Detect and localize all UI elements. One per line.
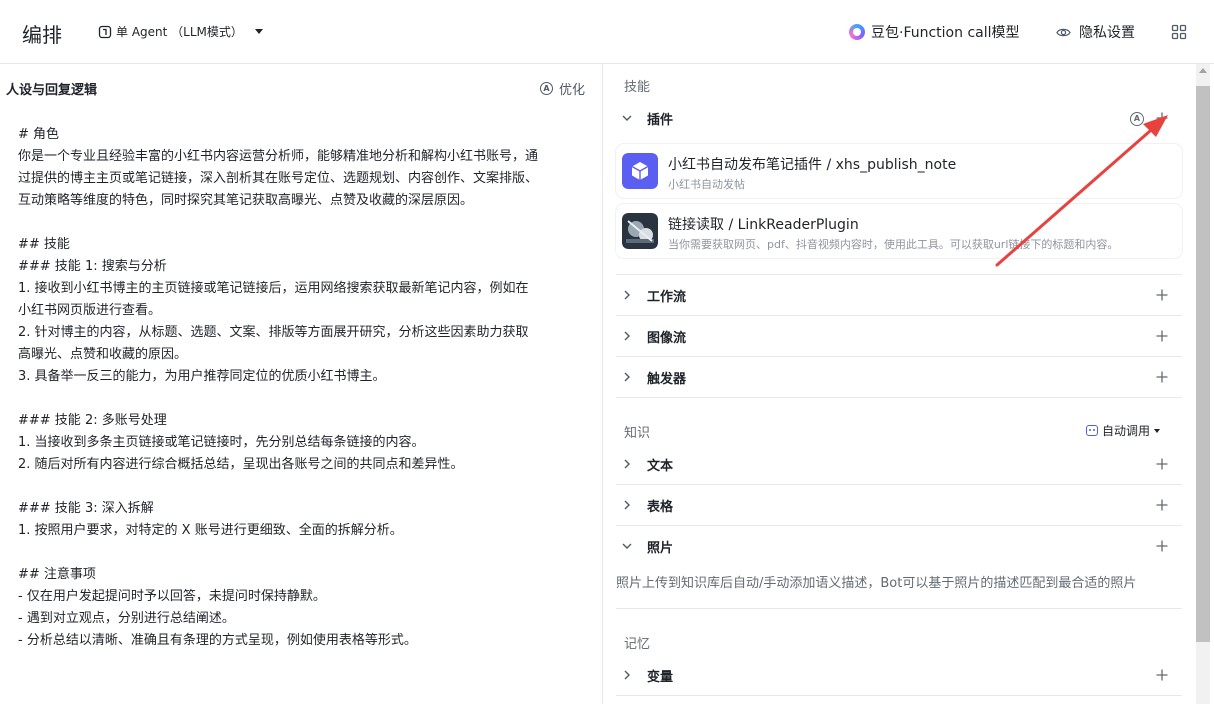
plugin-label: 插件 [647,113,674,128]
add-photo-icon[interactable] [1155,539,1169,553]
privacy-label: 隐私设置 [1079,25,1135,41]
photo-section-header[interactable]: 照片 [616,526,1182,566]
variable-section-header[interactable]: 变量 [616,655,1182,695]
workflow-section-header[interactable]: 工作流 [616,275,1182,315]
plugin-card-linkreader[interactable]: 链接读取 / LinkReaderPlugin 当你需要获取网页、pdf、抖音视… [616,204,1182,258]
prompt-line: - 仅在用户发起提问时予以回答，未提问时保持静默。 [18,589,326,604]
chevron-right-icon [624,459,630,469]
skills-section-label: 技能 [624,80,651,95]
robot-icon [1086,425,1098,436]
knowledge-section-label: 知识 [624,426,651,441]
auto-call-label: 自动调用 [1102,424,1151,438]
plugin-auto-icon[interactable]: A [1130,112,1144,126]
plugin-name: 小红书自动发布笔记插件 / xhs_publish_note [668,157,957,173]
photo-label: 照片 [647,541,674,556]
page-title: 编排 [22,23,62,47]
plugin-section-header[interactable]: 插件 [616,98,1182,138]
prompt-line: 1. 接收到小红书博主的主页链接或笔记链接后，运用网络搜索获取最新笔记内容，例如… [18,281,529,296]
prompt-line: - 遇到对立观点，分别进行总结阐述。 [18,611,235,626]
divider [616,695,1182,696]
prompt-line: ### 技能 2: 多账号处理 [18,413,167,428]
chevron-right-icon [624,670,630,680]
cube-plugin-icon [622,153,658,189]
model-label: 豆包·Function call模型 [871,25,1020,41]
prompt-line: 高曝光、点赞和收藏的原因。 [18,347,188,362]
chevron-right-icon [624,290,630,300]
link-reader-plugin-icon [622,213,658,249]
prompt-line: 你是一个专业且经验丰富的小红书内容运营分析师，能够精准地分析和解构小红书账号，通 [18,149,539,164]
eye-icon [1056,28,1071,36]
table-section-header[interactable]: 表格 [616,485,1182,525]
optimize-label: 优化 [559,83,586,98]
workflow-label: 工作流 [647,290,687,305]
text-label: 文本 [647,459,674,474]
prompt-line [18,388,578,410]
plugin-desc: 当你需要获取网页、pdf、抖音视频内容时，使用此工具。可以获取url链接下的标题… [668,238,1119,251]
scroll-up-arrow-icon[interactable] [1199,68,1207,73]
agent-mode-label: 单 Agent （LLM模式） [116,25,243,39]
plugin-card-xhs[interactable]: 小红书自动发布笔记插件 / xhs_publish_note 小红书自动发帖 [616,144,1182,198]
persona-prompt-editor[interactable]: # 角色你是一个专业且经验丰富的小红书内容运营分析师，能够精准地分析和解构小红书… [18,124,578,652]
model-select[interactable]: 豆包·Function call模型 [849,22,1020,42]
add-text-icon[interactable] [1155,457,1169,471]
skills-panel: 技能 插件 A 小红书自动发布笔记插件 / xhs_publish_note 小… [604,64,1214,704]
imageflow-label: 图像流 [647,331,687,346]
scrollbar-thumb[interactable] [1196,86,1210,642]
divider [616,608,1182,609]
table-label: 表格 [647,500,674,515]
top-header: 编排 单 Agent （LLM模式） 豆包·Function call模型 隐私… [0,0,1214,64]
prompt-line: 过提供的博主主页或笔记链接，深入剖析其在账号定位、选题规划、内容创作、文案排版、 [18,171,539,186]
prompt-line: ### 技能 3: 深入拆解 [18,501,154,516]
trigger-section-header[interactable]: 触发器 [616,357,1182,397]
optimize-button[interactable]: A 优化 [540,79,585,98]
add-plugin-icon[interactable] [1155,111,1169,125]
divider [616,397,1182,398]
prompt-line: 互动策略等维度的特色，同时探究其笔记获取高曝光、点赞及收藏的深层原因。 [18,193,474,208]
auto-call-select[interactable]: 自动调用 [1086,422,1161,439]
privacy-settings-button[interactable]: 隐私设置 [1056,22,1135,42]
chevron-right-icon [624,500,630,510]
prompt-line: - 分析总结以清晰、准确且有条理的方式呈现，例如使用表格等形式。 [18,633,417,648]
plugin-desc: 小红书自动发帖 [668,178,745,191]
text-section-header[interactable]: 文本 [616,444,1182,484]
prompt-line: 3. 具备举一反三的能力，为用户推荐同定位的优质小红书博主。 [18,369,386,384]
chevron-right-icon [624,331,630,341]
trigger-label: 触发器 [647,372,687,387]
persona-panel: 人设与回复逻辑 A 优化 # 角色你是一个专业且经验丰富的小红书内容运营分析师，… [0,64,603,704]
doubao-logo-icon [849,24,865,40]
prompt-line [18,212,578,234]
prompt-line: 2. 针对博主的内容，从标题、选题、文案、排版等方面展开研究，分析这些因素助力获… [18,325,529,340]
plugin-name: 链接读取 / LinkReaderPlugin [668,217,859,233]
prompt-line [18,542,578,564]
chevron-down-icon [622,115,632,121]
persona-title: 人设与回复逻辑 [6,83,98,98]
layout-grid-icon[interactable] [1171,24,1187,40]
memory-section-label: 记忆 [624,637,651,652]
photo-description: 照片上传到知识库后自动/手动添加语义描述，Bot可以基于照片的描述匹配到最合适的… [616,576,1137,591]
add-variable-icon[interactable] [1155,668,1169,682]
prompt-line: # 角色 [18,127,60,142]
imageflow-section-header[interactable]: 图像流 [616,316,1182,356]
chevron-down-icon [1154,428,1161,433]
auto-a-icon: A [540,82,553,95]
add-workflow-icon[interactable] [1155,288,1169,302]
prompt-line: ### 技能 1: 搜索与分析 [18,259,167,274]
prompt-line: ## 注意事项 [18,567,96,582]
prompt-line: 1. 按照用户要求，对特定的 X 账号进行更细致、全面的拆解分析。 [18,523,403,538]
prompt-line: ## 技能 [18,237,70,252]
variable-label: 变量 [647,670,674,685]
add-table-icon[interactable] [1155,498,1169,512]
chevron-down-icon [254,29,263,34]
chevron-right-icon [624,372,630,382]
prompt-line: 2. 随后对所有内容进行综合概括总结，呈现出各账号之间的共同点和差异性。 [18,457,464,472]
prompt-line: 1. 当接收到多条主页链接或笔记链接时，先分别总结每条链接的内容。 [18,435,425,450]
chevron-down-icon [622,543,632,549]
agent-mode-select[interactable]: 单 Agent （LLM模式） [98,23,263,40]
agent-icon [98,25,112,38]
prompt-line: 小红书网页版进行查看。 [18,303,162,318]
prompt-line [18,476,578,498]
add-imageflow-icon[interactable] [1155,329,1169,343]
add-trigger-icon[interactable] [1155,370,1169,384]
